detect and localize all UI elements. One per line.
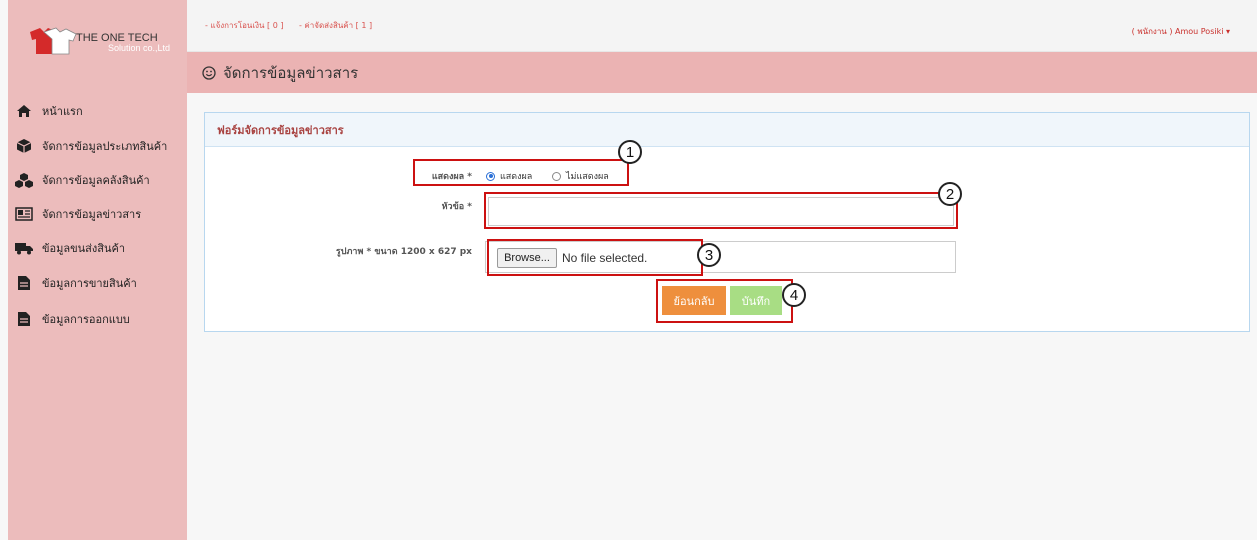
radio-hide[interactable]: ไม่แสดงผล [552,169,609,183]
sidebar-item-product-types[interactable]: จัดการข้อมูลประเภทสินค้า [14,135,167,157]
sidebar-item-label: หน้าแรก [42,105,83,118]
annotation-callout-4: 4 [782,283,806,307]
panel-title: ฟอร์มจัดการข้อมูลข่าวสาร [205,113,1249,147]
shipping-fee-link[interactable]: - ค่าจัดส่งสินค้า [ 1 ] [299,19,372,32]
radio-show[interactable]: แสดงผล [486,169,532,183]
annotation-callout-1: 1 [618,140,642,164]
file-icon [14,311,34,327]
image-label: รูปภาพ * ขนาด 1200 x 627 px [335,247,472,257]
transfer-notification-link[interactable]: - แจ้งการโอนเงิน [ 0 ] [205,19,283,32]
sidebar-item-label: ข้อมูลการขายสินค้า [42,277,137,290]
display-label: แสดงผล * [431,172,472,182]
cubes-icon [14,172,34,188]
back-button[interactable]: ย้อนกลับ [662,286,726,315]
sidebar-item-sales[interactable]: ข้อมูลการขายสินค้า [14,272,137,294]
user-menu[interactable]: ( พนักงาน ) Amou Posiki ▾ [1132,25,1230,38]
sidebar-item-news[interactable]: จัดการข้อมูลข่าวสาร [14,203,141,225]
cube-icon [14,138,34,154]
logo-sub-text: Solution co.,Ltd [108,43,171,53]
save-button[interactable]: บันทึก [730,286,782,315]
newspaper-icon [14,206,34,222]
radio-hide-dot[interactable] [552,171,561,181]
browse-button[interactable]: Browse... [497,248,557,268]
truck-icon [14,240,34,256]
sidebar-item-home[interactable]: หน้าแรก [14,100,83,122]
sidebar: THE ONE TECH Solution co.,Ltd หน้าแรก จั… [8,0,187,540]
company-logo[interactable]: THE ONE TECH Solution co.,Ltd [8,0,187,92]
home-icon [14,103,34,119]
sidebar-item-warehouse[interactable]: จัดการข้อมูลคลังสินค้า [14,169,150,191]
sidebar-item-label: ข้อมูลขนส่งสินค้า [42,242,126,255]
file-status-text: No file selected. [562,251,648,265]
tshirt-logo-icon [30,27,77,55]
radio-show-dot[interactable] [486,171,495,181]
smile-icon [202,66,216,80]
subject-label: หัวข้อ * [441,202,472,212]
sidebar-item-label: จัดการข้อมูลข่าวสาร [42,208,142,221]
page-header: จัดการข้อมูลข่าวสาร [187,52,1257,93]
top-bar: - แจ้งการโอนเงิน [ 0 ] - ค่าจัดส่งสินค้า… [187,0,1257,52]
sidebar-item-label: จัดการข้อมูลประเภทสินค้า [42,140,168,153]
sidebar-item-design[interactable]: ข้อมูลการออกแบบ [14,308,130,330]
radio-show-label: แสดงผล [500,172,533,182]
annotation-callout-2: 2 [938,182,962,206]
sidebar-item-label: จัดการข้อมูลคลังสินค้า [42,174,150,187]
file-icon [14,275,34,291]
page-title: จัดการข้อมูลข่าวสาร [223,64,359,82]
radio-hide-label: ไม่แสดงผล [566,172,609,182]
sidebar-item-shipping[interactable]: ข้อมูลขนส่งสินค้า [14,237,125,259]
annotation-callout-3: 3 [697,243,721,267]
subject-input[interactable] [488,197,954,226]
sidebar-item-label: ข้อมูลการออกแบบ [42,313,130,326]
